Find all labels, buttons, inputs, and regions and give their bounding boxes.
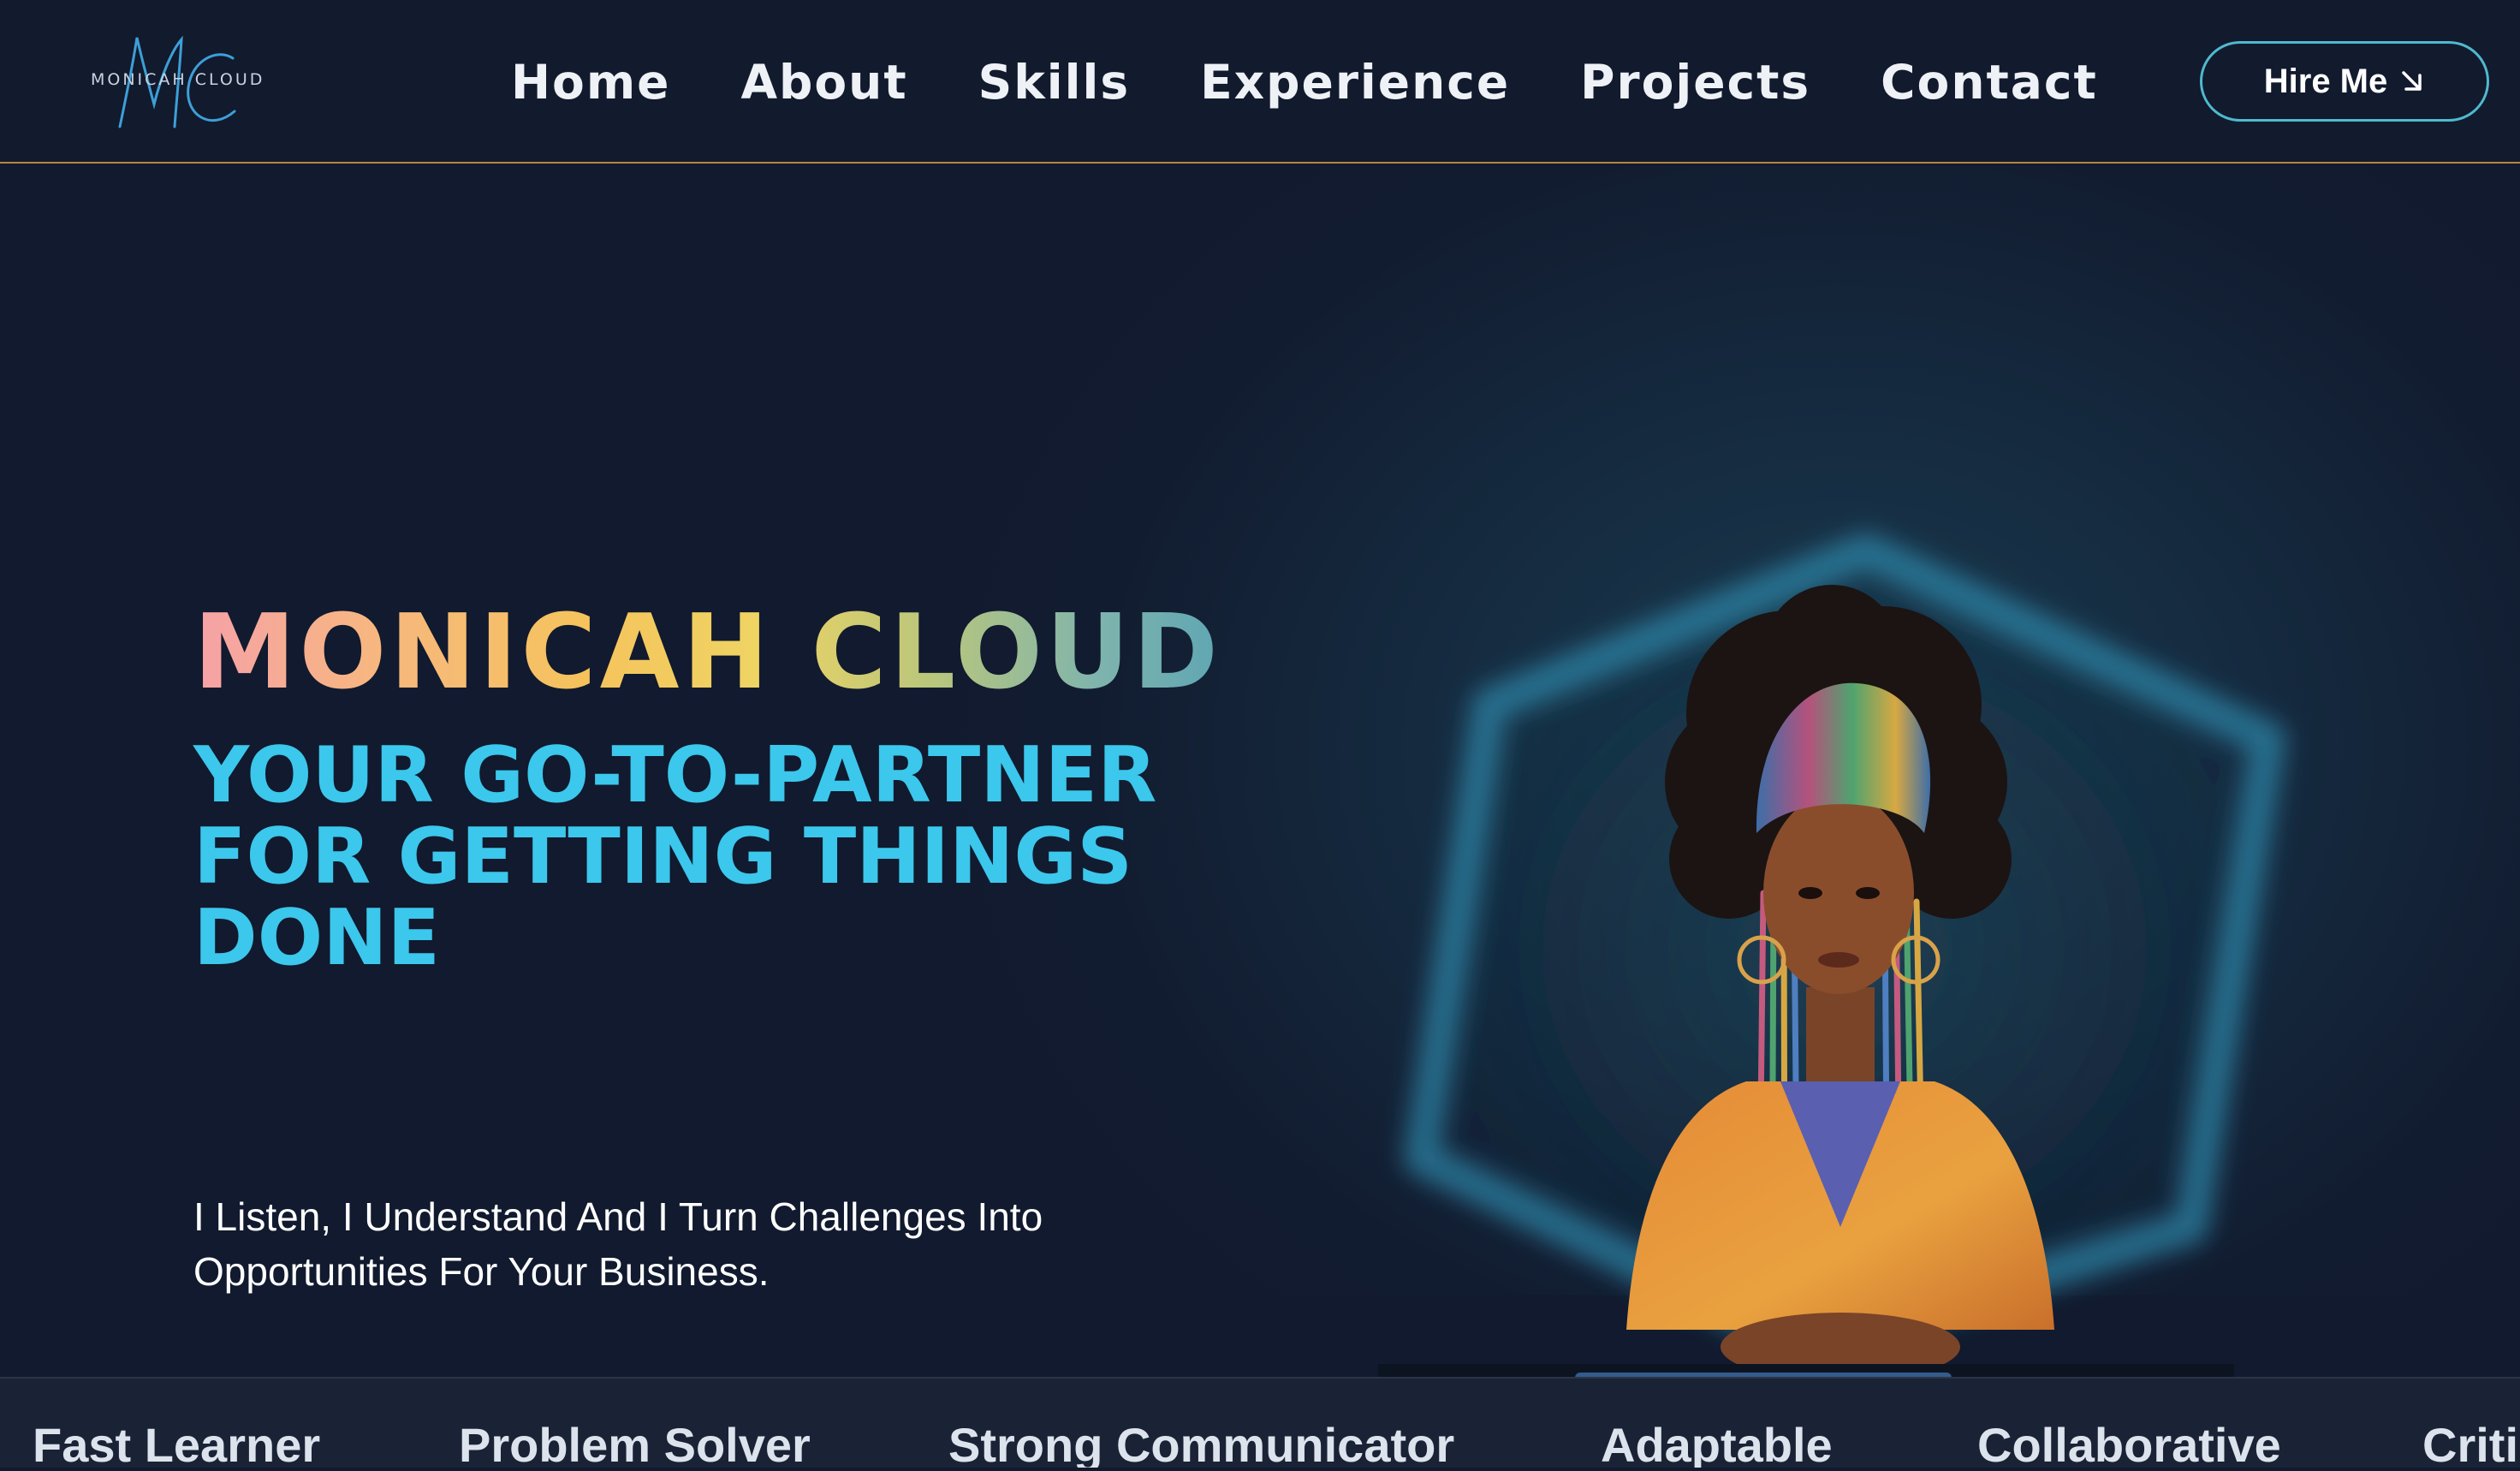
nav-item-skills[interactable]: Skills: [978, 55, 1130, 110]
nav-item-experience[interactable]: Experience: [1200, 55, 1510, 110]
trait-item: Adaptable: [1601, 1418, 1833, 1468]
trait-item: Collaborative: [1977, 1418, 2281, 1468]
hero-description: I Listen, I Understand And I Turn Challe…: [193, 1194, 1043, 1294]
hero-section: MONICAH CLOUD YOUR GO-TO-PARTNER FOR GET…: [0, 165, 2520, 1405]
trait-item: Fast Learner: [33, 1418, 321, 1468]
hire-me-label: Hire Me: [2263, 62, 2388, 100]
nav-item-home[interactable]: Home: [511, 55, 670, 110]
trait-item: Criti: [2422, 1418, 2518, 1468]
hire-me-button[interactable]: Hire Me: [2200, 41, 2489, 122]
site-header: MONICAH CLOUD Home About Skills Experien…: [0, 0, 2520, 164]
trait-item: Strong Communicator: [948, 1418, 1455, 1468]
portrait-illustration: [1267, 491, 2345, 1467]
hero-tagline: YOUR GO-TO-PARTNER FOR GETTING THINGS DO…: [193, 730, 1157, 983]
arrow-down-right-icon: [2399, 68, 2425, 94]
nav-item-projects[interactable]: Projects: [1580, 55, 1810, 110]
nav-item-contact[interactable]: Contact: [1881, 55, 2098, 110]
trait-item: Problem Solver: [459, 1418, 811, 1468]
main-nav: Home About Skills Experience Projects Co…: [511, 48, 2098, 116]
logo[interactable]: MONICAH CLOUD: [82, 26, 265, 137]
traits-marquee: Fast Learner Problem Solver Strong Commu…: [0, 1377, 2520, 1468]
logo-text: MONICAH CLOUD: [91, 70, 265, 89]
nav-item-about[interactable]: About: [740, 55, 907, 110]
hero-name: MONICAH CLOUD: [193, 593, 1221, 712]
